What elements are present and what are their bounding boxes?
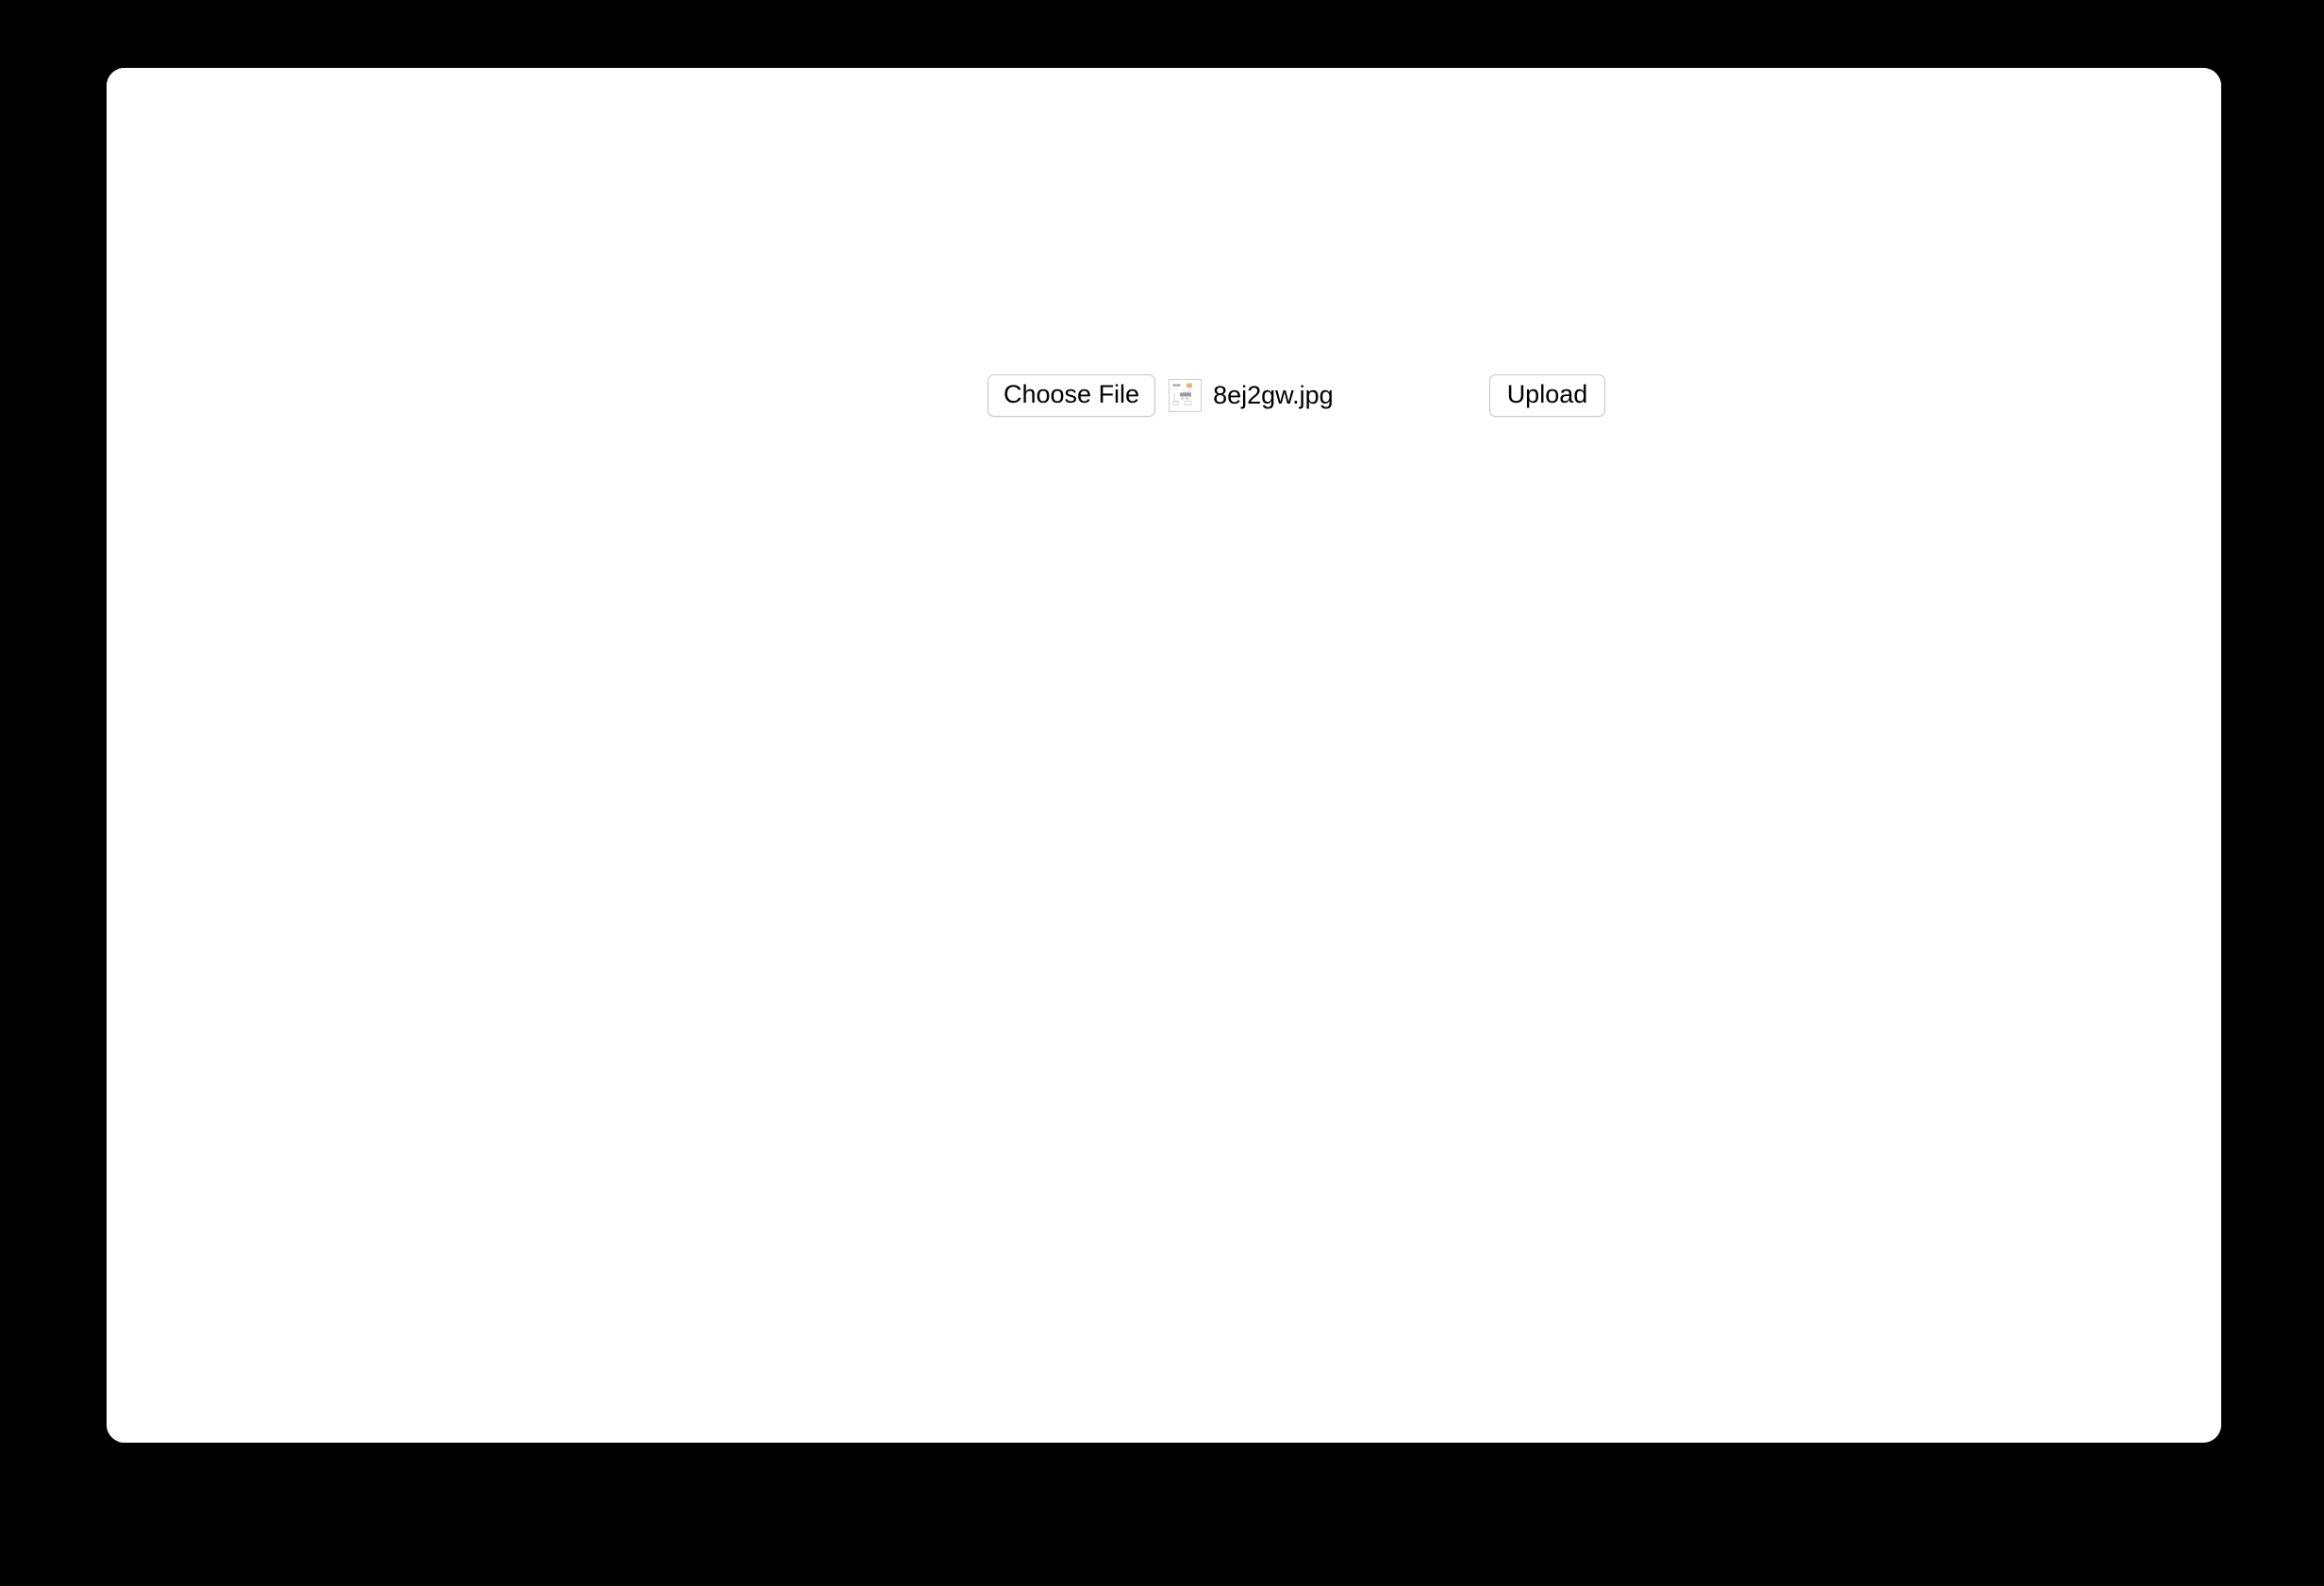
file-upload-form: Choose File 8ej2gw.jpg Upload	[988, 374, 1606, 417]
upload-button[interactable]: Upload	[1488, 374, 1606, 417]
browser-toolbar: localhost	[107, 68, 2221, 214]
choose-file-button[interactable]: Choose File	[988, 374, 1156, 417]
file-input-control[interactable]: Choose File 8ej2gw.jpg	[988, 374, 1334, 417]
browser-window: localhost	[107, 68, 2221, 1443]
file-preview-thumbnail	[1169, 379, 1203, 412]
page-content-area: Choose File 8ej2gw.jpg Upload	[107, 159, 2221, 1443]
selected-file-name: 8ej2gw.jpg	[1213, 381, 1334, 409]
